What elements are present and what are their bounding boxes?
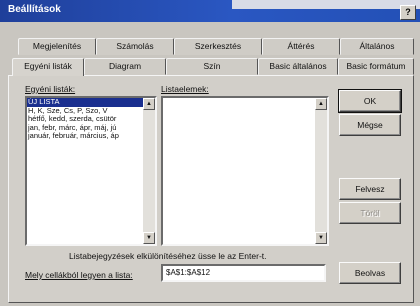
custom-lists-label: Egyéni listák: (25, 84, 76, 94)
ok-button[interactable]: OK (338, 89, 402, 113)
scroll-up-icon[interactable]: ▲ (143, 98, 155, 110)
cancel-button[interactable]: Mégse (339, 114, 401, 136)
tab-basic-altalanos[interactable]: Basic általános (258, 58, 338, 75)
list-item[interactable]: január, február, március, áp (27, 131, 155, 141)
tab-megjelenites[interactable]: Megjelenítés (18, 38, 96, 55)
tab-altalanos[interactable]: Általános (340, 38, 414, 55)
window-title: Beállítások (8, 4, 61, 15)
tab-szerkesztes[interactable]: Szerkesztés (174, 38, 262, 55)
custom-lists-scrollbar[interactable]: ▲ ▼ (143, 98, 155, 244)
delete-button[interactable]: Töröl (339, 202, 401, 224)
tab-szamolas[interactable]: Számolás (96, 38, 174, 55)
help-button[interactable]: ? (400, 5, 416, 20)
add-button[interactable]: Felvesz (339, 178, 401, 200)
list-entries-scrollbar[interactable]: ▲ ▼ (315, 98, 327, 244)
options-dialog: Beállítások ? Megjelenítés Számolás Szer… (0, 0, 420, 306)
import-range-input[interactable]: $A$1:$A$12 (161, 264, 326, 282)
background-window-strip (232, 0, 420, 9)
tab-egyeni-listak[interactable]: Egyéni listák (12, 58, 84, 76)
tab-szin[interactable]: Szín (166, 58, 258, 75)
tab-basic-formatum[interactable]: Basic formátum (338, 58, 414, 75)
enter-hint-text: Listabejegyzések elkülönítéséhez üsse le… (69, 251, 267, 261)
custom-lists-listbox[interactable]: ÚJ LISTA H, K, Sze, Cs, P, Szo, V hétfő,… (25, 96, 157, 246)
tab-panel: Egyéni listák: ÚJ LISTA H, K, Sze, Cs, P… (8, 75, 414, 303)
import-button[interactable]: Beolvas (339, 262, 401, 284)
tab-diagram[interactable]: Diagram (84, 58, 166, 75)
tab-atteres[interactable]: Áttérés (262, 38, 340, 55)
scroll-down-icon[interactable]: ▼ (143, 232, 155, 244)
list-entries-label: Listaelemek: (161, 84, 209, 94)
title-bar: Beállítások ? (0, 0, 420, 22)
list-entries-textarea[interactable]: ▲ ▼ (161, 96, 329, 246)
import-range-label: Mely cellákból legyen a lista: (25, 270, 133, 280)
scroll-up-icon[interactable]: ▲ (315, 98, 327, 110)
scroll-down-icon[interactable]: ▼ (315, 232, 327, 244)
